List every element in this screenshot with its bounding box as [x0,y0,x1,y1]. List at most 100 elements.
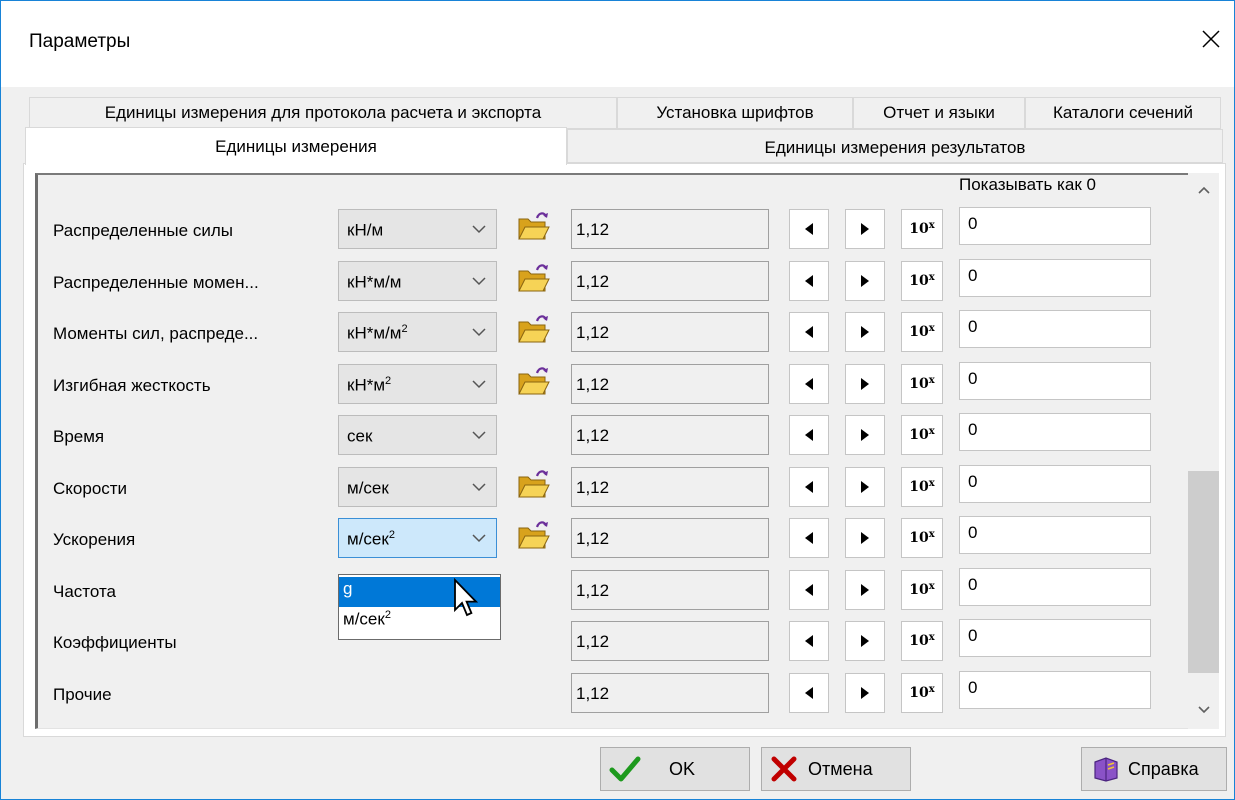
precision-value-field[interactable]: 1,12 [571,518,769,558]
tab-report-languages[interactable]: Отчет и языки [853,97,1025,129]
precision-value-field[interactable]: 1,12 [571,467,769,507]
precision-value: 1,12 [576,426,610,445]
increase-precision-button[interactable] [845,312,885,352]
show-as-zero-field[interactable]: 0 [959,413,1151,451]
decrease-precision-button[interactable] [789,570,829,610]
precision-value-field[interactable]: 1,12 [571,209,769,249]
mouse-cursor-icon [454,578,479,617]
decrease-precision-button[interactable] [789,261,829,301]
increase-precision-button[interactable] [845,673,885,713]
show-as-zero-field[interactable]: 0 [959,619,1151,657]
triangle-right-icon [861,635,869,647]
triangle-left-icon [805,326,813,338]
show-as-zero-field[interactable]: 0 [959,310,1151,348]
unit-combobox[interactable]: кН*м/м2 [338,312,497,352]
decrease-precision-button[interactable] [789,312,829,352]
unit-combobox[interactable]: кН/м [338,209,497,249]
precision-value-field[interactable]: 1,12 [571,364,769,404]
tab-section-catalogs[interactable]: Каталоги сечений [1025,97,1221,129]
decrease-precision-button[interactable] [789,673,829,713]
exp-sup: x [928,271,935,283]
open-folder-button[interactable] [515,467,551,501]
increase-precision-button[interactable] [845,209,885,249]
unit-sup: 2 [385,375,392,387]
unit-value: кН*м/м2 [347,323,408,344]
open-folder-button[interactable] [515,261,551,295]
show-as-zero-field[interactable]: 0 [959,362,1151,400]
exponent-format-button[interactable]: 10 x [901,209,943,249]
unit-combobox[interactable]: сек [338,415,497,455]
unit-combobox[interactable]: кН*м2 [338,364,497,404]
decrease-precision-button[interactable] [789,467,829,507]
vertical-scrollbar[interactable] [1188,173,1219,729]
increase-precision-button[interactable] [845,518,885,558]
chevron-down-icon [472,483,486,492]
exponent-format-button[interactable]: 10 x [901,570,943,610]
scroll-up-button[interactable] [1188,175,1219,205]
increase-precision-button[interactable] [845,467,885,507]
triangle-left-icon [805,635,813,647]
unit-value: м/сек2 [347,529,395,550]
exponent-format-button[interactable]: 10 x [901,312,943,352]
decrease-precision-button[interactable] [789,415,829,455]
scroll-down-button[interactable] [1188,695,1219,725]
checkmark-icon [609,755,641,783]
zero-value: 0 [968,266,978,285]
chevron-down-icon [472,534,486,543]
cancel-button[interactable]: Отмена [761,747,911,791]
increase-precision-button[interactable] [845,415,885,455]
tab-fonts[interactable]: Установка шрифтов [617,97,853,129]
row-label: Время [53,427,105,446]
unit-combobox[interactable]: м/сек [338,467,497,507]
show-as-zero-field[interactable]: 0 [959,259,1151,297]
precision-value-field[interactable]: 1,12 [571,312,769,352]
exp-base: 10 [909,273,929,289]
increase-precision-button[interactable] [845,621,885,661]
increase-precision-button[interactable] [845,364,885,404]
increase-precision-button[interactable] [845,261,885,301]
precision-value-field[interactable]: 1,12 [571,261,769,301]
help-book-icon [1092,756,1120,782]
decrease-precision-button[interactable] [789,364,829,404]
show-as-zero-field[interactable]: 0 [959,671,1151,709]
precision-value: 1,12 [576,632,610,651]
exponent-format-button[interactable]: 10 x [901,415,943,455]
precision-value-field[interactable]: 1,12 [571,415,769,455]
tab-units[interactable]: Единицы измерения [25,127,567,165]
exponent-format-button[interactable]: 10 x [901,261,943,301]
triangle-right-icon [861,687,869,699]
exponent-format-button[interactable]: 10 x [901,673,943,713]
open-folder-button[interactable] [515,364,551,398]
zero-value: 0 [968,214,978,233]
decrease-precision-button[interactable] [789,209,829,249]
precision-value-field[interactable]: 1,12 [571,621,769,661]
unit-combobox[interactable]: кН*м/м [338,261,497,301]
decrease-precision-button[interactable] [789,518,829,558]
tab-export-units[interactable]: Единицы измерения для протокола расчета … [29,97,617,129]
exponent-format-button[interactable]: 10 x [901,621,943,661]
exponent-format-button[interactable]: 10 x [901,518,943,558]
show-as-zero-field[interactable]: 0 [959,516,1151,554]
parameters-dialog: Параметры Единицы измерения для протокол… [0,0,1235,800]
show-as-zero-field[interactable]: 0 [959,568,1151,606]
cancel-x-icon [770,755,798,783]
open-folder-button[interactable] [515,209,551,243]
decrease-precision-button[interactable] [789,621,829,661]
show-as-zero-field[interactable]: 0 [959,207,1151,245]
unit-combobox[interactable]: м/сек2 [338,518,497,558]
unit-value: кН*м2 [347,375,391,396]
ok-button[interactable]: OK [600,747,750,791]
exponent-format-button[interactable]: 10 x [901,364,943,404]
tab-result-units[interactable]: Единицы измерения результатов [567,129,1223,163]
help-button[interactable]: Справка [1081,747,1227,791]
open-folder-button[interactable] [515,312,551,346]
scrollbar-thumb[interactable] [1188,471,1219,673]
open-folder-button[interactable] [515,518,551,552]
exponent-format-button[interactable]: 10 x [901,467,943,507]
zero-value: 0 [968,472,978,491]
close-button[interactable] [1188,13,1234,65]
precision-value-field[interactable]: 1,12 [571,673,769,713]
show-as-zero-field[interactable]: 0 [959,465,1151,503]
increase-precision-button[interactable] [845,570,885,610]
precision-value-field[interactable]: 1,12 [571,570,769,610]
